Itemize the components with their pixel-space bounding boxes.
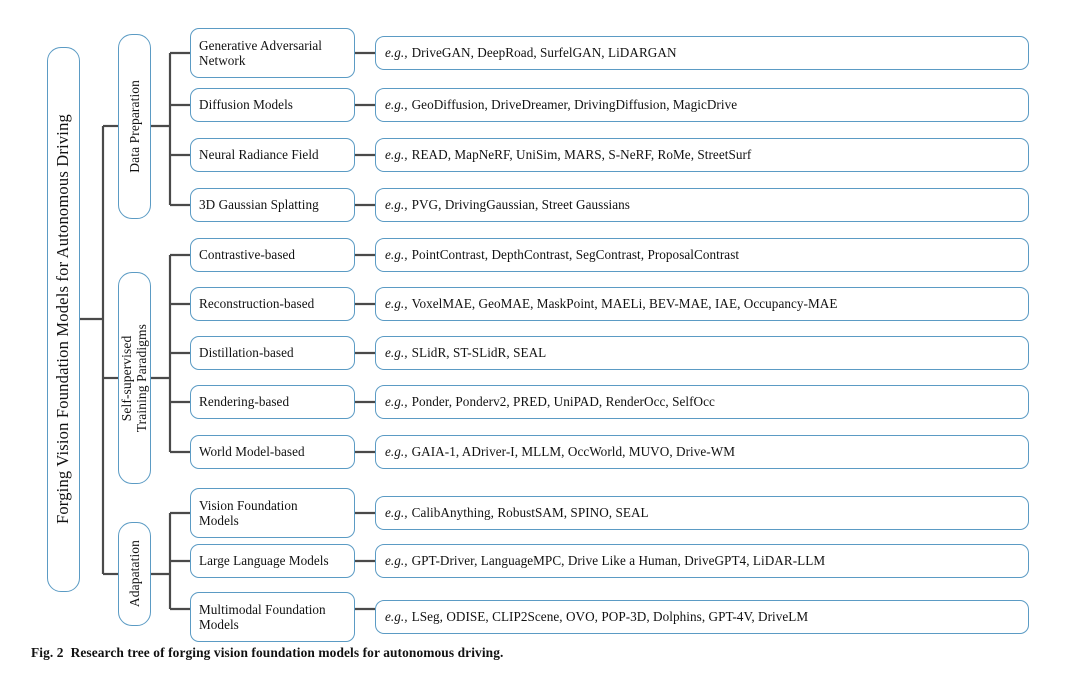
examples-text: CalibAnything, RobustSAM, SPINO, SEAL: [411, 505, 649, 521]
examples-node-multimodal-foundation-models[interactable]: e.g., LSeg, ODISE, CLIP2Scene, OVO, POP-3…: [375, 600, 1029, 634]
eg-prefix: e.g.,: [385, 505, 408, 521]
method-node-3d-gaussian-splatting[interactable]: 3D Gaussian Splatting: [190, 188, 355, 222]
root-node[interactable]: Forging Vision Foundation Models for Aut…: [47, 47, 80, 592]
category-label: Data Preparation: [126, 80, 142, 173]
eg-prefix: e.g.,: [385, 296, 408, 312]
examples-label: e.g., VoxelMAE, GeoMAE, MaskPoint, MAELi,…: [385, 296, 837, 311]
eg-prefix: e.g.,: [385, 45, 408, 61]
examples-node-world-model-based[interactable]: e.g., GAIA-1, ADriver-I, MLLM, OccWorld, …: [375, 435, 1029, 469]
method-label: Neural Radiance Field: [199, 147, 319, 163]
method-node-diffusion-models[interactable]: Diffusion Models: [190, 88, 355, 122]
examples-node-reconstruction-based[interactable]: e.g., VoxelMAE, GeoMAE, MaskPoint, MAELi,…: [375, 287, 1029, 321]
examples-node-3d-gaussian-splatting[interactable]: e.g., PVG, DrivingGaussian, Street Gaussi…: [375, 188, 1029, 222]
eg-prefix: e.g.,: [385, 345, 408, 361]
figure-caption: Fig. 2 Research tree of forging vision fo…: [31, 645, 1051, 661]
eg-prefix: e.g.,: [385, 197, 408, 213]
examples-label: e.g., DriveGAN, DeepRoad, SurfelGAN, LiDA…: [385, 45, 677, 60]
examples-label: e.g., GAIA-1, ADriver-I, MLLM, OccWorld, …: [385, 444, 735, 459]
category-label: Adapatation: [126, 540, 142, 608]
examples-label: e.g., GeoDiffusion, DriveDreamer, Driving…: [385, 97, 737, 112]
examples-text: READ, MapNeRF, UniSim, MARS, S-NeRF, RoM…: [411, 147, 752, 163]
examples-text: SLidR, ST-SLidR, SEAL: [411, 345, 547, 361]
examples-label: e.g., PointContrast, DepthContrast, SegCo…: [385, 247, 739, 262]
eg-prefix: e.g.,: [385, 553, 408, 569]
category-node-data-preparation[interactable]: Data Preparation: [118, 34, 151, 219]
examples-text: Ponder, Ponderv2, PRED, UniPAD, RenderOc…: [411, 394, 715, 410]
method-node-vision-foundation-models[interactable]: Vision Foundation Models: [190, 488, 355, 538]
examples-text: GeoDiffusion, DriveDreamer, DrivingDiffu…: [411, 97, 738, 113]
method-node-contrastive-based[interactable]: Contrastive-based: [190, 238, 355, 272]
method-label: Large Language Models: [199, 553, 329, 569]
examples-text: VoxelMAE, GeoMAE, MaskPoint, MAELi, BEV-…: [411, 296, 838, 312]
research-tree-figure: Forging Vision Foundation Models for Aut…: [0, 0, 1080, 678]
examples-label: e.g., Ponder, Ponderv2, PRED, UniPAD, Ren…: [385, 394, 715, 409]
examples-node-vision-foundation-models[interactable]: e.g., CalibAnything, RobustSAM, SPINO, SE…: [375, 496, 1029, 530]
examples-text: PointContrast, DepthContrast, SegContras…: [411, 247, 740, 263]
method-label: Contrastive-based: [199, 247, 296, 263]
eg-prefix: e.g.,: [385, 609, 408, 625]
examples-node-large-language-models[interactable]: e.g., GPT-Driver, LanguageMPC, Drive Like…: [375, 544, 1029, 578]
category-label: Self-supervised Training Paradigms: [119, 323, 150, 433]
eg-prefix: e.g.,: [385, 97, 408, 113]
examples-node-generative-adversarial-network[interactable]: e.g., DriveGAN, DeepRoad, SurfelGAN, LiDA…: [375, 36, 1029, 70]
figure-number: Fig. 2: [31, 645, 64, 660]
examples-node-neural-radiance-field[interactable]: e.g., READ, MapNeRF, UniSim, MARS, S-NeRF…: [375, 138, 1029, 172]
examples-text: PVG, DrivingGaussian, Street Gaussians: [411, 197, 630, 213]
method-label: Multimodal Foundation Models: [199, 601, 326, 632]
method-label: Diffusion Models: [199, 97, 293, 113]
method-label: Reconstruction-based: [199, 296, 315, 312]
examples-text: DriveGAN, DeepRoad, SurfelGAN, LiDARGAN: [411, 45, 677, 61]
examples-label: e.g., SLidR, ST-SLidR, SEAL: [385, 345, 546, 360]
root-node-label: Forging Vision Foundation Models for Aut…: [53, 114, 73, 525]
figure-caption-text: Research tree of forging vision foundati…: [70, 645, 504, 660]
eg-prefix: e.g.,: [385, 247, 408, 263]
category-node-adapatation[interactable]: Adapatation: [118, 522, 151, 626]
examples-node-contrastive-based[interactable]: e.g., PointContrast, DepthContrast, SegCo…: [375, 238, 1029, 272]
method-label: Distillation-based: [199, 345, 294, 361]
method-node-large-language-models[interactable]: Large Language Models: [190, 544, 355, 578]
examples-node-diffusion-models[interactable]: e.g., GeoDiffusion, DriveDreamer, Driving…: [375, 88, 1029, 122]
eg-prefix: e.g.,: [385, 444, 408, 460]
method-node-rendering-based[interactable]: Rendering-based: [190, 385, 355, 419]
method-node-distillation-based[interactable]: Distillation-based: [190, 336, 355, 370]
examples-node-distillation-based[interactable]: e.g., SLidR, ST-SLidR, SEAL: [375, 336, 1029, 370]
examples-label: e.g., LSeg, ODISE, CLIP2Scene, OVO, POP-3…: [385, 609, 808, 624]
method-label: Rendering-based: [199, 394, 290, 410]
examples-label: e.g., PVG, DrivingGaussian, Street Gaussi…: [385, 197, 630, 212]
method-node-generative-adversarial-network[interactable]: Generative Adversarial Network: [190, 28, 355, 78]
method-node-multimodal-foundation-models[interactable]: Multimodal Foundation Models: [190, 592, 355, 642]
examples-text: GAIA-1, ADriver-I, MLLM, OccWorld, MUVO,…: [411, 444, 736, 460]
method-node-neural-radiance-field[interactable]: Neural Radiance Field: [190, 138, 355, 172]
category-node-self-supervised-training-paradigms[interactable]: Self-supervised Training Paradigms: [118, 272, 151, 484]
method-node-reconstruction-based[interactable]: Reconstruction-based: [190, 287, 355, 321]
method-label: Generative Adversarial Network: [199, 37, 323, 68]
examples-label: e.g., READ, MapNeRF, UniSim, MARS, S-NeRF…: [385, 147, 751, 162]
examples-label: e.g., GPT-Driver, LanguageMPC, Drive Like…: [385, 553, 825, 568]
examples-text: GPT-Driver, LanguageMPC, Drive Like a Hu…: [411, 553, 826, 569]
examples-node-rendering-based[interactable]: e.g., Ponder, Ponderv2, PRED, UniPAD, Ren…: [375, 385, 1029, 419]
method-node-world-model-based[interactable]: World Model-based: [190, 435, 355, 469]
examples-label: e.g., CalibAnything, RobustSAM, SPINO, SE…: [385, 505, 649, 520]
eg-prefix: e.g.,: [385, 147, 408, 163]
method-label: Vision Foundation Models: [199, 497, 298, 528]
method-label: World Model-based: [199, 444, 305, 460]
eg-prefix: e.g.,: [385, 394, 408, 410]
examples-text: LSeg, ODISE, CLIP2Scene, OVO, POP-3D, Do…: [411, 609, 809, 625]
method-label: 3D Gaussian Splatting: [199, 197, 319, 213]
